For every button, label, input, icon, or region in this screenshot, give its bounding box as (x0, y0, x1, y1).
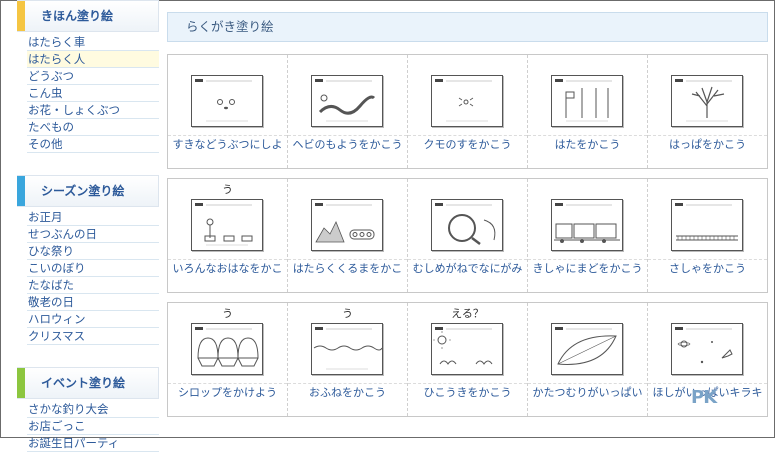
card-caption[interactable]: ヘビのもようをかこう (288, 135, 407, 154)
sidebar-item-halloween[interactable]: ハロウィン (27, 311, 159, 328)
flower-drawing-icon[interactable] (191, 199, 263, 251)
coloring-card[interactable]: きしゃにまどをかこう (528, 179, 648, 292)
sidebar-item-setsubun[interactable]: せつぶんの日 (27, 226, 159, 243)
sidebar-item-workers[interactable]: はたらく人 (27, 51, 159, 68)
caption-overflow: える？ (451, 307, 484, 320)
card-caption[interactable]: かたつむりがいっぱい (528, 383, 647, 402)
sidebar-item-new-year[interactable]: お正月 (27, 209, 159, 226)
card-caption[interactable]: さしゃをかこう (648, 259, 767, 278)
sea-drawing-icon[interactable] (311, 323, 383, 375)
coloring-card[interactable]: える？ ひこうきをかこう (408, 303, 528, 416)
coloring-card[interactable]: はたらくくるまをかこ (288, 179, 408, 292)
coloring-card[interactable]: さしゃをかこう (648, 179, 767, 292)
coloring-card[interactable]: ヘビのもようをかこう (288, 55, 408, 168)
coloring-card[interactable]: はっぱをかこう (648, 55, 767, 168)
sidebar-item-koinobori[interactable]: こいのぼり (27, 260, 159, 277)
sidebar-item-vehicles[interactable]: はたらく車 (27, 34, 159, 51)
sky-drawing-icon[interactable] (431, 323, 503, 375)
fence-drawing-icon[interactable] (671, 199, 743, 251)
sidebar-section-season[interactable]: シーズン塗り絵 (17, 175, 159, 207)
snake-drawing-icon[interactable] (311, 75, 383, 127)
coloring-card[interactable]: う いろんなおはなをかこ (168, 179, 288, 292)
spider-drawing-icon[interactable] (431, 75, 503, 127)
sidebar-item-christmas[interactable]: クリスマス (27, 328, 159, 345)
coloring-row: う シロップをかけよう う おふねをかこう える？ ひこうきをかこう かたつむり… (167, 302, 768, 417)
sidebar-item-insects[interactable]: こん虫 (27, 85, 159, 102)
train-drawing-icon[interactable] (551, 199, 623, 251)
flag-drawing-icon[interactable] (551, 75, 623, 127)
sidebar-item-plants[interactable]: お花・しょくぶつ (27, 102, 159, 119)
tree-drawing-icon[interactable] (671, 75, 743, 127)
card-caption[interactable]: シロップをかけよう (168, 383, 287, 402)
card-caption[interactable]: クモのすをかこう (408, 135, 527, 154)
shaved-ice-drawing-icon[interactable] (191, 323, 263, 375)
sidebar-item-animals[interactable]: どうぶつ (27, 68, 159, 85)
vehicle-drawing-icon[interactable] (311, 199, 383, 251)
section-accent-bar (17, 1, 25, 31)
coloring-row: すきなどうぶつにしよ ヘビのもようをかこう クモのすをかこう はたをかこう はっ… (167, 54, 768, 169)
space-drawing-icon[interactable] (671, 323, 743, 375)
sidebar-item-respect-aged[interactable]: 敬老の日 (27, 294, 159, 311)
watermark-logo: PK (691, 387, 717, 408)
sidebar-item-hinamatsuri[interactable]: ひな祭り (27, 243, 159, 260)
caption-overflow: う (342, 307, 353, 320)
coloring-card[interactable]: かたつむりがいっぱい (528, 303, 648, 416)
card-caption[interactable]: むしめがねでなにがみ (408, 259, 527, 278)
section-title: イベント塗り絵 (41, 376, 126, 390)
sidebar-item-fishing[interactable]: さかな釣り大会 (27, 401, 159, 418)
card-caption[interactable]: いろんなおはなをかこ (168, 259, 287, 278)
sidebar-section-basic[interactable]: きほん塗り絵 (17, 0, 159, 32)
caption-overflow: う (222, 307, 233, 320)
card-caption[interactable]: はっぱをかこう (648, 135, 767, 154)
section-title: シーズン塗り絵 (41, 184, 125, 198)
coloring-row: う いろんなおはなをかこ はたらくくるまをかこ むしめがねでなにがみ きしゃにま… (167, 178, 768, 293)
coloring-card[interactable]: クモのすをかこう (408, 55, 528, 168)
card-caption[interactable]: すきなどうぶつにしよ (168, 135, 287, 154)
coloring-card[interactable]: すきなどうぶつにしよ (168, 55, 288, 168)
card-caption[interactable]: ひこうきをかこう (408, 383, 527, 402)
sidebar-item-other[interactable]: その他 (27, 136, 159, 153)
coloring-card[interactable]: う シロップをかけよう (168, 303, 288, 416)
sidebar-list-basic: はたらく車 はたらく人 どうぶつ こん虫 お花・しょくぶつ たべもの その他 (17, 34, 159, 153)
card-caption[interactable]: きしゃにまどをかこう (528, 259, 647, 278)
sidebar-item-tanabata[interactable]: たなばた (27, 277, 159, 294)
coloring-card[interactable]: むしめがねでなにがみ (408, 179, 528, 292)
coloring-card[interactable]: う おふねをかこう (288, 303, 408, 416)
magnifier-drawing-icon[interactable] (431, 199, 503, 251)
leaf-drawing-icon[interactable] (551, 323, 623, 375)
sidebar: きほん塗り絵 はたらく車 はたらく人 どうぶつ こん虫 お花・しょくぶつ たべも… (17, 0, 159, 452)
coloring-card[interactable]: はたをかこう (528, 55, 648, 168)
card-caption[interactable]: おふねをかこう (288, 383, 407, 402)
card-caption[interactable]: はたらくくるまをかこ (288, 259, 407, 278)
section-accent-bar (17, 176, 25, 206)
sidebar-list-season: お正月 せつぶんの日 ひな祭り こいのぼり たなばた 敬老の日 ハロウィン クリ… (17, 209, 159, 345)
sidebar-list-event: さかな釣り大会 お店ごっこ お誕生日パーティ (17, 401, 159, 452)
section-title: きほん塗り絵 (41, 9, 114, 23)
section-accent-bar (17, 368, 25, 398)
sidebar-item-shop-play[interactable]: お店ごっこ (27, 418, 159, 435)
page-title: らくがき塗り絵 (167, 12, 768, 42)
card-caption[interactable]: はたをかこう (528, 135, 647, 154)
main-content: らくがき塗り絵 すきなどうぶつにしよ ヘビのもようをかこう クモのすをかこう は… (167, 12, 768, 426)
caption-overflow: う (222, 183, 233, 196)
sidebar-item-food[interactable]: たべもの (27, 119, 159, 136)
sidebar-section-event[interactable]: イベント塗り絵 (17, 367, 159, 399)
face-drawing-icon[interactable] (191, 75, 263, 127)
